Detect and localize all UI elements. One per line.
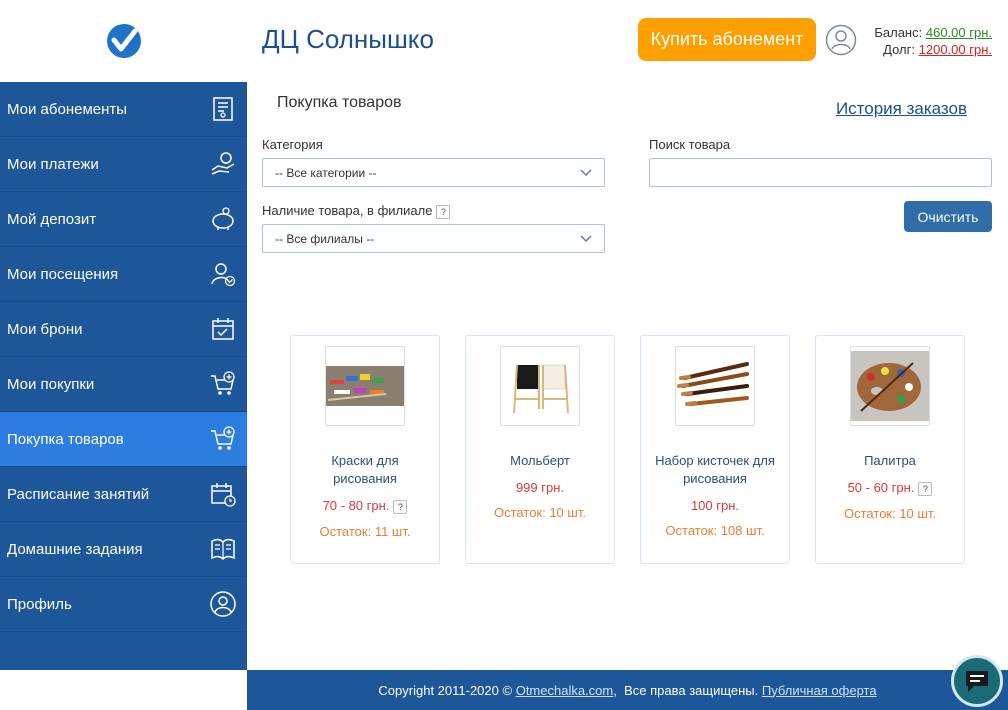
- chat-button[interactable]: [951, 655, 1003, 707]
- product-image: [850, 346, 930, 426]
- user-avatar-icon[interactable]: [825, 24, 857, 56]
- balance-value[interactable]: 460.00 грн.: [926, 25, 992, 40]
- chevron-down-icon: [580, 234, 592, 242]
- product-stock: Остаток: 10 шт.: [494, 505, 586, 520]
- brushes-image-icon: [677, 362, 749, 406]
- calendar-check-icon: [212, 318, 234, 340]
- product-name[interactable]: Набор кисточек для рисования: [641, 452, 789, 488]
- sidebar-item-bookings[interactable]: Мои брони: [0, 302, 247, 357]
- availability-label: Наличие товара, в филиале?: [262, 203, 451, 219]
- payment-hand-icon: [211, 152, 235, 175]
- sidebar-item-purchases[interactable]: Мои покупки: [0, 357, 247, 412]
- sidebar-item-label: Профиль: [7, 595, 72, 613]
- footer-rights: , Все права защищены.: [613, 682, 759, 698]
- branch-select[interactable]: -- Все филиалы --: [262, 224, 605, 253]
- sidebar-item-homework[interactable]: Домашние задания: [0, 522, 247, 577]
- sidebar-item-label: Мои брони: [7, 320, 83, 338]
- product-card[interactable]: Краски для рисования 70 - 80 грн.? Остат…: [290, 335, 440, 564]
- product-card[interactable]: Мольберт 999 грн. Остаток: 10 шт.: [465, 335, 615, 564]
- sidebar-item-label: Покупка товаров: [7, 430, 124, 448]
- product-price: 70 - 80 грн.?: [291, 498, 439, 514]
- logo[interactable]: [0, 0, 247, 82]
- footer: Copyright 2011-2020 © Otmechalka.com, Вс…: [247, 670, 1008, 710]
- footer-site-link[interactable]: Otmechalka.com: [516, 683, 614, 698]
- search-input[interactable]: [649, 158, 992, 187]
- profile-icon: [210, 591, 236, 617]
- product-card[interactable]: Палитра 50 - 60 грн.? Остаток: 10 шт.: [815, 335, 965, 564]
- help-badge[interactable]: ?: [918, 481, 933, 496]
- debt-label: Долг:: [883, 42, 915, 57]
- product-price-value: 70 - 80 грн.: [322, 498, 390, 513]
- palette-image-icon: [851, 351, 929, 421]
- sidebar-item-label: Мои посещения: [7, 265, 119, 283]
- sidebar-item-label: Мои покупки: [7, 375, 95, 393]
- product-image: [500, 346, 580, 426]
- piggy-bank-icon: [212, 207, 234, 230]
- category-select[interactable]: -- Все категории --: [262, 158, 605, 187]
- checkmark-logo-icon: [106, 24, 141, 58]
- product-image: [675, 346, 755, 426]
- cart-plus-icon: [211, 426, 235, 450]
- balance-label: Баланс:: [874, 25, 923, 40]
- product-price: 100 грн.: [690, 498, 740, 513]
- sidebar-item-label: Расписание занятий: [7, 485, 150, 503]
- sidebar-item-visits[interactable]: Мои посещения: [0, 247, 247, 302]
- sidebar-item-label: Мои платежи: [7, 155, 99, 173]
- product-name[interactable]: Краски для рисования: [291, 452, 439, 488]
- category-select-value: -- Все категории --: [275, 165, 377, 180]
- sidebar-item-buy-goods[interactable]: Покупка товаров: [0, 412, 247, 467]
- sidebar-item-label: Мои абонементы: [7, 100, 128, 118]
- receipt-icon: [213, 97, 233, 121]
- product-price-value: 50 - 60 грн.: [847, 480, 915, 495]
- debt-value[interactable]: 1200.00 грн.: [919, 42, 992, 57]
- order-history-link[interactable]: История заказов: [836, 99, 967, 119]
- product-stock: Остаток: 11 шт.: [319, 523, 411, 539]
- sidebar-item-label: Мой депозит: [7, 210, 97, 228]
- category-label: Категория: [262, 137, 323, 152]
- chat-icon: [966, 671, 988, 692]
- easel-image-icon: [513, 364, 569, 414]
- product-stock: Остаток: 10 шт.: [844, 505, 936, 521]
- footer-offer-link[interactable]: Публичная оферта: [762, 683, 877, 698]
- clear-button[interactable]: Очистить: [904, 201, 992, 232]
- product-name[interactable]: Палитра: [816, 452, 964, 470]
- sidebar: Мои абонементы Мои платежи Мой депозит М…: [0, 82, 247, 670]
- sidebar-item-label: Домашние задания: [7, 540, 143, 558]
- footer-copyright: Copyright 2011-2020 ©: [378, 682, 513, 698]
- product-card[interactable]: Набор кисточек для рисования 100 грн. Ос…: [640, 335, 790, 564]
- sidebar-item-deposit[interactable]: Мой депозит: [0, 192, 247, 247]
- book-icon: [211, 538, 235, 561]
- calendar-clock-icon: [211, 483, 236, 507]
- sidebar-item-subscriptions[interactable]: Мои абонементы: [0, 82, 247, 137]
- product-name[interactable]: Мольберт: [466, 452, 614, 470]
- search-label: Поиск товара: [649, 137, 731, 152]
- page-title: Покупка товаров: [277, 94, 402, 111]
- availability-label-text: Наличие товара, в филиале: [262, 203, 433, 218]
- sidebar-item-profile[interactable]: Профиль: [0, 577, 247, 632]
- balance-info: Баланс: 460.00 грн. Долг: 1200.00 грн.: [874, 24, 992, 58]
- sidebar-item-schedule[interactable]: Расписание занятий: [0, 467, 247, 522]
- cart-plus-icon: [211, 371, 235, 395]
- site-title: ДЦ Солнышко: [262, 24, 434, 54]
- product-image: [325, 346, 405, 426]
- paints-image-icon: [326, 366, 404, 406]
- help-badge[interactable]: ?: [436, 204, 451, 219]
- product-price: 999 грн.: [515, 480, 565, 495]
- branch-select-value: -- Все филиалы --: [275, 231, 375, 246]
- product-price: 50 - 60 грн.?: [816, 480, 964, 496]
- chevron-down-icon: [580, 168, 592, 176]
- user-check-icon: [211, 263, 236, 287]
- help-badge[interactable]: ?: [393, 499, 408, 514]
- product-stock: Остаток: 108 шт.: [665, 523, 765, 538]
- buy-subscription-button[interactable]: Купить абонемент: [638, 18, 816, 61]
- sidebar-item-payments[interactable]: Мои платежи: [0, 137, 247, 192]
